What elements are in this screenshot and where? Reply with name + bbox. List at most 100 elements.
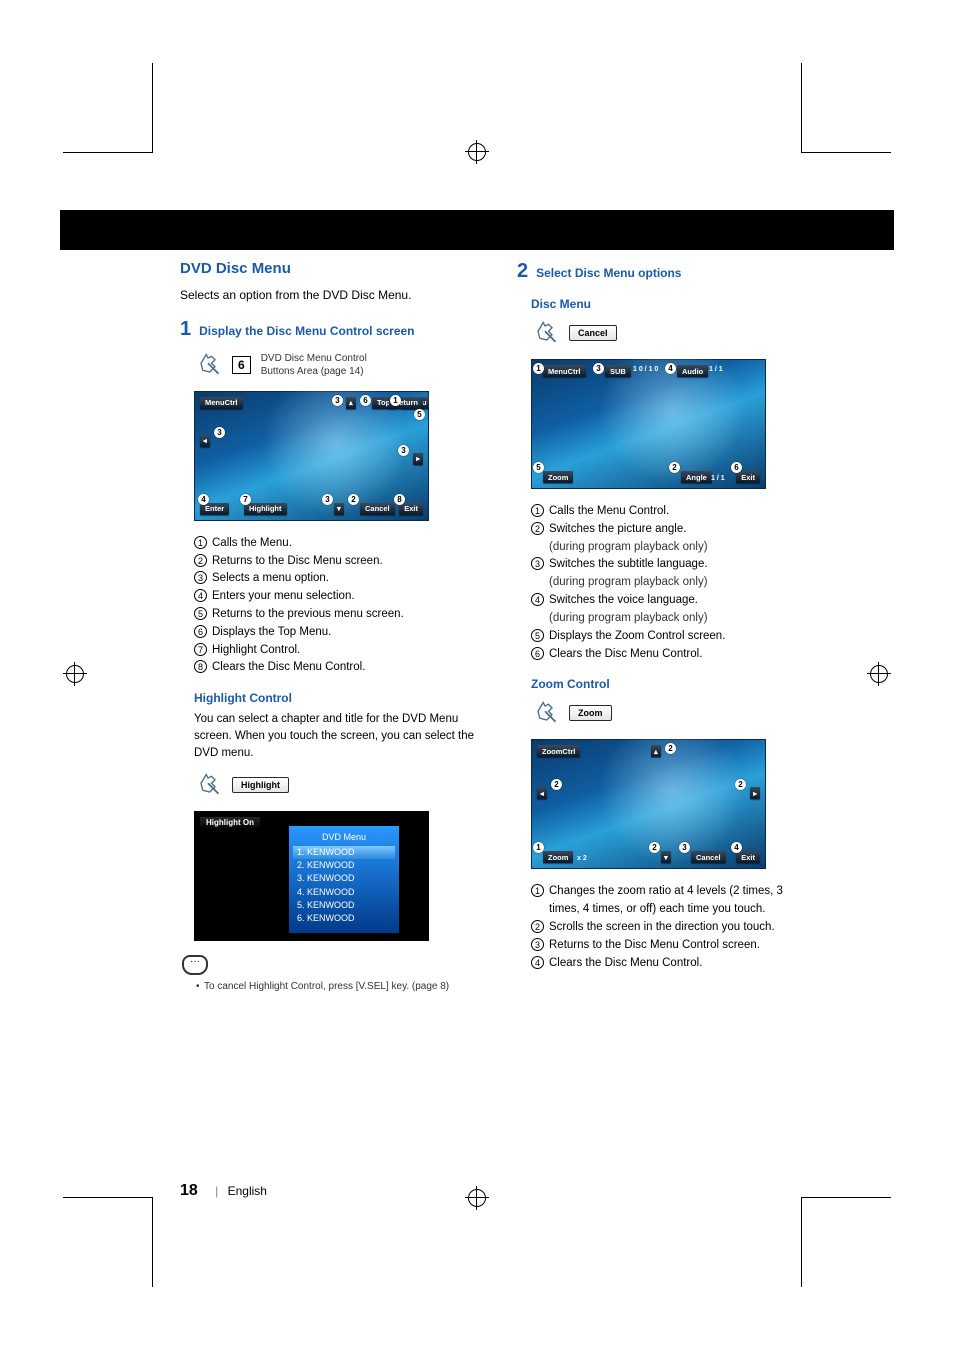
ss-sub-value: 1 0 / 1 0 [633, 366, 658, 373]
hand-icon [194, 351, 222, 379]
ss-up-arrow[interactable]: ▴ [651, 745, 661, 757]
registration-mark [465, 140, 489, 164]
touch-caption: DVD Disc Menu Control Buttons Area (page… [261, 352, 401, 378]
ss-highlight-btn[interactable]: Highlight [244, 503, 287, 515]
menuctrl-screenshot: MenuCtrl 3 ▴ 6 Top 1 Menu 5 Return ◂ 3 ▸… [194, 391, 429, 521]
callout-3: 3 [679, 842, 690, 853]
ss-sub-btn[interactable]: SUB [605, 365, 631, 377]
callout-5: 5 [533, 462, 544, 473]
list-item: 1Calls the Menu Control. [531, 503, 814, 521]
dvd-menu-item[interactable]: 2. KENWOOD [297, 859, 391, 872]
zoom-control-screenshot: ZoomCtrl ▴ 2 ◂ 2 ▸ 2 1 Zoom x 2 2 ▾ 3 Ca… [531, 739, 766, 869]
ss-cancel-btn[interactable]: Cancel [360, 503, 395, 515]
ss-zoomctrl-label[interactable]: ZoomCtrl [537, 745, 580, 757]
list-item: 4Clears the Disc Menu Control. [531, 955, 814, 973]
ss-exit-btn[interactable]: Exit [736, 471, 760, 483]
ss-menuctrl-btn[interactable]: MenuCtrl [543, 365, 586, 377]
callout-2: 2 [348, 494, 359, 505]
callout-6: 6 [360, 395, 371, 406]
list-item: 1Changes the zoom ratio at 4 levels (2 t… [531, 883, 814, 919]
ss-zoom-btn[interactable]: Zoom [543, 851, 573, 863]
touch-cancel-row: Cancel [531, 319, 814, 347]
step-title: Select Disc Menu options [536, 266, 681, 280]
intro-text: Selects an option from the DVD Disc Menu… [180, 287, 477, 304]
section-title: DVD Disc Menu [180, 260, 477, 277]
ss-right-arrow[interactable]: ▸ [413, 453, 423, 465]
left-column: DVD Disc Menu Selects an option from the… [180, 260, 477, 992]
list-item: 3Switches the subtitle language.(during … [531, 556, 814, 592]
note-icon [182, 955, 208, 975]
ss-audio-btn[interactable]: Audio [677, 365, 708, 377]
right-column: 2 Select Disc Menu options Disc Menu Can… [517, 260, 814, 992]
list-item: 8Clears the Disc Menu Control. [194, 659, 477, 677]
dvd-menu-item[interactable]: 4. KENWOOD [297, 886, 391, 899]
zoom-legend: 1Changes the zoom ratio at 4 levels (2 t… [531, 883, 814, 972]
crop-mark [63, 1197, 153, 1287]
callout-4: 4 [198, 494, 209, 505]
registration-mark [867, 662, 891, 686]
list-item: 5Returns to the previous menu screen. [194, 606, 477, 624]
callout-4: 4 [665, 363, 676, 374]
page-language: English [228, 1184, 267, 1198]
ss-zoom-btn[interactable]: Zoom [543, 471, 573, 483]
list-item: 2Switches the picture angle.(during prog… [531, 521, 814, 557]
list-item: 4Switches the voice language.(during pro… [531, 592, 814, 628]
dvd-menu-screenshot: Highlight On DVD Menu 1. KENWOOD 2. KENW… [194, 811, 429, 941]
list-item: 4Enters your menu selection. [194, 588, 477, 606]
touch-zoom-row: Zoom [531, 699, 814, 727]
ss-angle-btn[interactable]: Angle [681, 471, 712, 483]
zoom-control-title: Zoom Control [531, 677, 814, 691]
cancel-button[interactable]: Cancel [569, 325, 617, 341]
dvd-menu-item[interactable]: 5. KENWOOD [297, 899, 391, 912]
callout-2c: 2 [735, 779, 746, 790]
ss-down-arrow[interactable]: ▾ [661, 851, 671, 863]
callout-3d: 3 [322, 494, 333, 505]
ss-down-arrow[interactable]: ▾ [334, 503, 344, 515]
crop-mark [63, 63, 153, 153]
callout-2b: 2 [551, 779, 562, 790]
ss-cancel-btn[interactable]: Cancel [691, 851, 726, 863]
hand-icon [194, 771, 222, 799]
step-number: 1 [180, 318, 191, 341]
callout-3: 3 [593, 363, 604, 374]
highlight-button[interactable]: Highlight [232, 777, 289, 793]
ss-up-arrow[interactable]: ▴ [346, 397, 356, 409]
dvd-menu-item[interactable]: 1. KENWOOD [293, 846, 395, 859]
callout-1: 1 [390, 395, 401, 406]
page-footer: 18 | English [180, 1182, 267, 1200]
list-item: 7Highlight Control. [194, 642, 477, 660]
callout-1: 1 [533, 363, 544, 374]
registration-mark [465, 1186, 489, 1210]
crop-mark [801, 1197, 891, 1287]
callout-5: 5 [414, 409, 425, 420]
hand-icon [531, 699, 559, 727]
ss-left-arrow[interactable]: ◂ [200, 435, 210, 447]
callout-3b: 3 [214, 427, 225, 438]
dvd-menu-panel[interactable]: DVD Menu 1. KENWOOD 2. KENWOOD 3. KENWOO… [289, 826, 399, 933]
step-number: 2 [517, 260, 528, 283]
callout-3c: 3 [398, 445, 409, 456]
list-item: 1Calls the Menu. [194, 535, 477, 553]
callout-6: 6 [731, 462, 742, 473]
menuctrl-legend: 1Calls the Menu. 2Returns to the Disc Me… [194, 535, 477, 678]
dvd-menu-item[interactable]: 3. KENWOOD [297, 872, 391, 885]
ss-menuctrl-label[interactable]: MenuCtrl [200, 397, 243, 409]
ss-exit-btn[interactable]: Exit [736, 851, 760, 863]
dvd-menu-title: DVD Menu [297, 831, 391, 844]
ss-left-arrow[interactable]: ◂ [537, 787, 547, 799]
ss-exit-btn[interactable]: Exit [399, 503, 423, 515]
touch-instruction: 6 DVD Disc Menu Control Buttons Area (pa… [194, 351, 477, 379]
touch-highlight-row: Highlight [194, 771, 477, 799]
callout-3: 3 [332, 395, 343, 406]
ss-right-arrow[interactable]: ▸ [750, 787, 760, 799]
ss-audio-value: 1 / 1 [709, 366, 723, 373]
highlight-title: Highlight Control [194, 691, 477, 705]
disc-menu-legend: 1Calls the Menu Control. 2Switches the p… [531, 503, 814, 663]
highlight-description: You can select a chapter and title for t… [194, 711, 477, 761]
dvd-menu-item[interactable]: 6. KENWOOD [297, 912, 391, 925]
hand-icon [531, 319, 559, 347]
ss-angle-value: 1 / 1 [711, 475, 725, 482]
zoom-button[interactable]: Zoom [569, 705, 612, 721]
disc-menu-subtitle: Disc Menu [531, 297, 814, 311]
header-bar [60, 210, 894, 250]
